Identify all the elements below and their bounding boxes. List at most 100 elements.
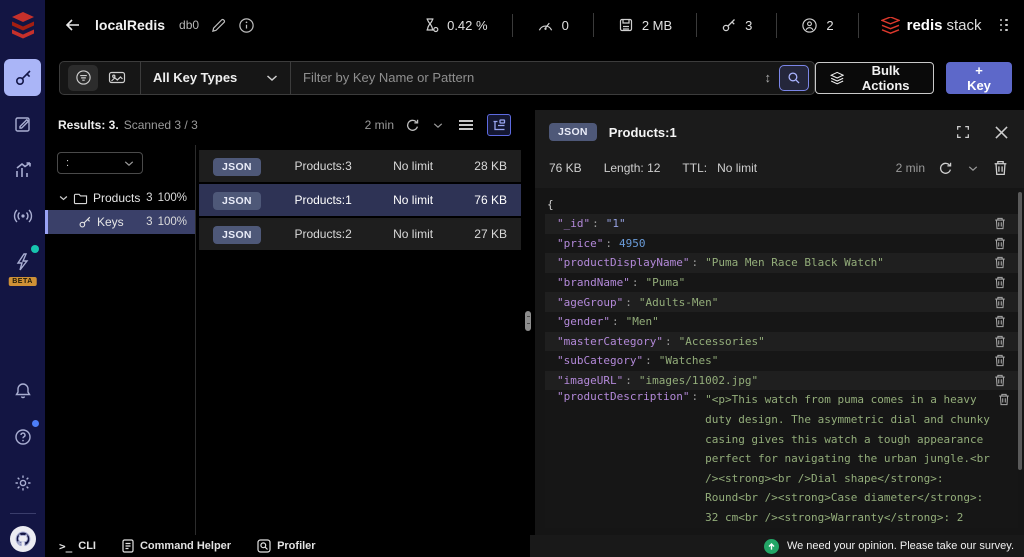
json-value[interactable]: "Adults-Men" — [639, 296, 718, 309]
key-name: Products:3 — [275, 159, 371, 173]
json-value[interactable]: "Puma Men Race Black Watch" — [705, 256, 884, 269]
json-key[interactable]: "ageGroup" — [557, 296, 623, 309]
sidebar-item-analytics[interactable] — [4, 151, 41, 188]
pattern-filter-icon[interactable] — [68, 65, 98, 91]
key-search-input[interactable] — [290, 62, 757, 94]
scrollbar[interactable] — [1018, 192, 1022, 470]
refresh-icon[interactable] — [936, 159, 955, 178]
json-key[interactable]: "productDisplayName" — [557, 256, 689, 269]
key-list: JSON Products:3 No limit 28 KB JSON Prod… — [196, 145, 521, 535]
json-value[interactable]: "<p>This watch from puma comes in a heav… — [705, 390, 990, 527]
notifications-bell-icon[interactable] — [4, 372, 41, 409]
back-arrow-icon[interactable] — [59, 11, 87, 39]
sidebar-item-workbench[interactable] — [4, 105, 41, 142]
json-value[interactable]: "1" — [606, 217, 626, 230]
database-index: db0 — [179, 18, 199, 32]
search-icon[interactable] — [779, 65, 809, 91]
info-icon[interactable] — [238, 17, 255, 34]
clients-metric: 2 — [776, 13, 857, 38]
edit-pencil-icon[interactable] — [211, 18, 226, 33]
tree-node-keys[interactable]: Keys 3 100% — [45, 210, 195, 234]
settings-gear-icon[interactable] — [4, 464, 41, 501]
ttl-value[interactable]: No limit — [717, 161, 757, 175]
bottom-bar: >_ CLI Command Helper Profiler We need y… — [45, 535, 1024, 557]
key-icon — [721, 17, 737, 33]
resize-handle[interactable] — [525, 311, 531, 331]
tree-node-label: Products — [93, 191, 140, 205]
json-key[interactable]: "_id" — [557, 217, 590, 230]
delete-field-icon[interactable] — [990, 393, 1010, 406]
delete-field-icon[interactable] — [986, 276, 1006, 289]
last-refresh-label: 2 min — [896, 161, 925, 175]
delete-key-icon[interactable] — [991, 158, 1010, 178]
cli-button[interactable]: >_ CLI — [59, 540, 96, 553]
delete-field-icon[interactable] — [986, 296, 1006, 309]
key-type-select[interactable]: All Key Types — [140, 62, 290, 94]
list-view-toggle[interactable] — [454, 114, 478, 136]
chevron-down-icon — [59, 195, 68, 201]
command-helper-button[interactable]: Command Helper — [122, 539, 231, 553]
refresh-options-chevron-icon[interactable] — [431, 120, 445, 131]
json-value[interactable]: "images/11002.jpg" — [639, 374, 758, 387]
fullscreen-icon[interactable] — [953, 122, 973, 142]
json-value[interactable]: "Men" — [626, 315, 659, 328]
json-value[interactable]: "Watches" — [659, 354, 719, 367]
redis-stack-logo: redis stack — [858, 13, 996, 38]
delete-field-icon[interactable] — [986, 354, 1006, 367]
json-key[interactable]: "price" — [557, 237, 603, 250]
key-row-selected[interactable]: JSON Products:1 No limit 76 KB — [199, 184, 521, 216]
delete-field-icon[interactable] — [986, 315, 1006, 328]
json-value[interactable]: 4950 — [619, 237, 646, 250]
delete-field-icon[interactable] — [986, 374, 1006, 387]
json-field-row: "price" : 4950 — [545, 234, 1018, 254]
sidebar-item-pubsub[interactable] — [4, 197, 41, 234]
redis-logo — [0, 0, 45, 50]
sidebar-item-triggers-functions[interactable]: BETA — [4, 243, 41, 280]
json-key[interactable]: "gender" — [557, 315, 610, 328]
json-key[interactable]: "brandName" — [557, 276, 630, 289]
delete-field-icon[interactable] — [986, 217, 1006, 230]
tree-node-products[interactable]: Products 3 100% — [45, 186, 195, 210]
sidebar-item-browser[interactable] — [4, 59, 41, 96]
refresh-icon[interactable] — [403, 116, 422, 135]
help-icon[interactable] — [4, 418, 41, 455]
add-key-button[interactable]: + Key — [946, 62, 1012, 94]
key-row[interactable]: JSON Products:3 No limit 28 KB — [199, 150, 521, 182]
cpu-metric: 0.42 % — [399, 13, 511, 37]
delimiter-select[interactable]: : — [57, 152, 143, 174]
github-icon[interactable] — [4, 520, 41, 557]
json-key[interactable]: "imageURL" — [557, 374, 623, 387]
json-value[interactable]: "Accessories" — [679, 335, 765, 348]
tree-view-toggle[interactable] — [487, 114, 511, 136]
json-key[interactable]: "productDescription" — [557, 390, 689, 403]
json-key[interactable]: "masterCategory" — [557, 335, 663, 348]
delete-field-icon[interactable] — [986, 237, 1006, 250]
delete-field-icon[interactable] — [986, 256, 1006, 269]
json-field-row: "_id" : "1" — [545, 214, 1018, 234]
overflow-menu-icon[interactable] — [996, 15, 1013, 36]
bulk-actions-button[interactable]: Bulk Actions — [815, 62, 934, 94]
json-field-row: "productDescription" : "<p>This watch fr… — [545, 390, 1018, 527]
key-row[interactable]: JSON Products:2 No limit 27 KB — [199, 218, 521, 250]
tree-node-percent: 100% — [158, 192, 187, 204]
profiler-button[interactable]: Profiler — [257, 539, 316, 553]
cpu-usage-icon — [423, 17, 439, 33]
redisinsight-window: BETA — [0, 0, 1024, 557]
survey-banner[interactable]: We need your opinion. Please take our su… — [530, 535, 1024, 557]
refresh-options-chevron-icon[interactable] — [966, 163, 980, 174]
delete-field-icon[interactable] — [986, 335, 1006, 348]
tree-node-count: 3 — [146, 192, 152, 204]
json-value[interactable]: "Puma" — [645, 276, 685, 289]
key-name-title[interactable]: Products:1 — [609, 125, 677, 140]
results-count: Results: 3. — [58, 118, 119, 132]
key-size: 27 KB — [455, 227, 507, 241]
sort-icon[interactable]: ↕ — [757, 70, 780, 85]
details-header: JSON Products:1 — [535, 110, 1024, 150]
key-type-badge: JSON — [213, 192, 261, 210]
key-ttl: No limit — [371, 193, 455, 207]
json-key[interactable]: "subCategory" — [557, 354, 643, 367]
commands-value: 0 — [562, 18, 569, 33]
search-by-values-icon[interactable] — [102, 65, 132, 91]
key-name: Products:2 — [275, 227, 371, 241]
close-icon[interactable] — [993, 124, 1010, 141]
